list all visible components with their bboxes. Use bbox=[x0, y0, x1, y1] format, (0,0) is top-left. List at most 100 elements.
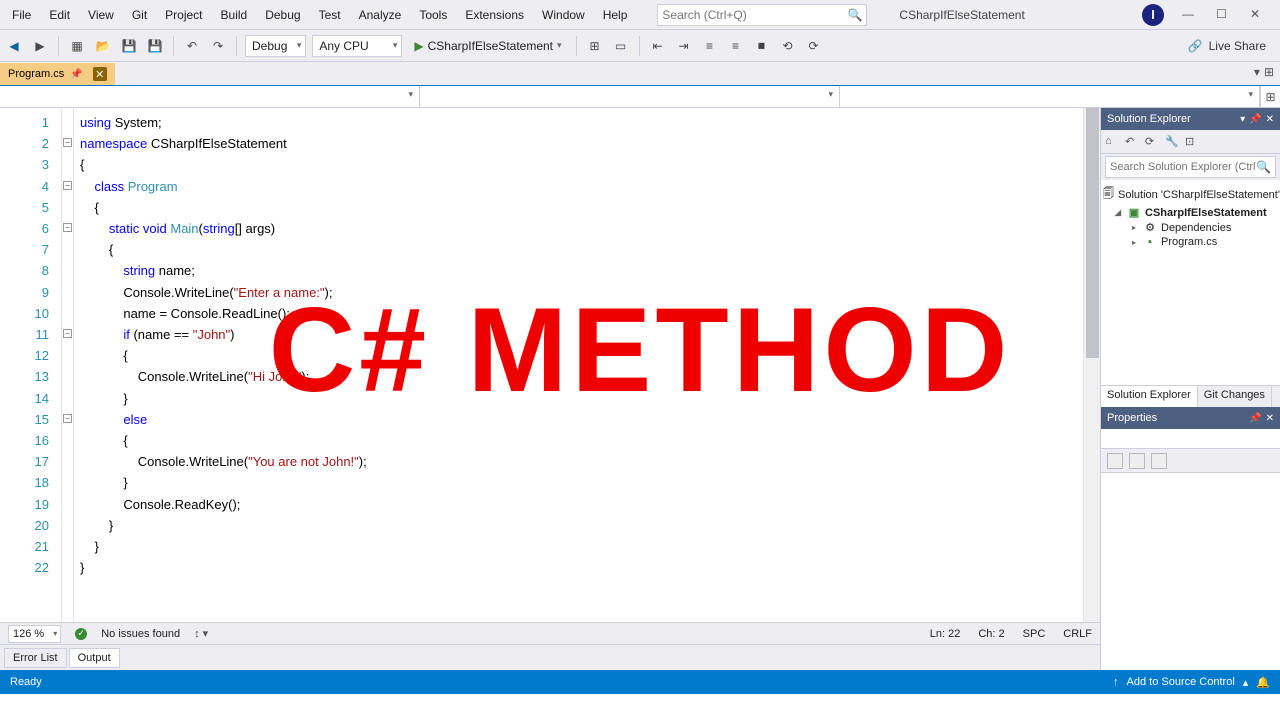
tab-git-changes[interactable]: Git Changes bbox=[1198, 386, 1272, 407]
solution-name-label: CSharpIfElseStatement bbox=[899, 8, 1024, 22]
close-tab-icon[interactable]: ✕ bbox=[93, 67, 107, 81]
menu-test[interactable]: Test bbox=[311, 4, 349, 26]
tool-icon-2[interactable]: ▭ bbox=[611, 36, 631, 56]
props-tool-icon[interactable] bbox=[1151, 453, 1167, 469]
menu-tools[interactable]: Tools bbox=[411, 4, 455, 26]
tool-icon-1[interactable]: ⊞ bbox=[585, 36, 605, 56]
search-input[interactable] bbox=[662, 8, 847, 22]
se-sync-icon[interactable]: ⟳ bbox=[1145, 135, 1159, 149]
panel-close-icon[interactable]: ✕ bbox=[1266, 114, 1274, 125]
fold-toggle[interactable]: − bbox=[63, 329, 72, 338]
outline-margin[interactable]: − − − − − bbox=[62, 108, 74, 622]
se-tool-icon-2[interactable]: ⊡ bbox=[1185, 135, 1199, 149]
uncomment-icon[interactable]: ≡ bbox=[726, 36, 746, 56]
tree-label: Program.cs bbox=[1161, 236, 1217, 248]
tool-icon-3[interactable]: ⟲ bbox=[778, 36, 798, 56]
fold-toggle[interactable]: − bbox=[63, 223, 72, 232]
zoom-combo[interactable]: 126 % bbox=[8, 625, 61, 643]
expand-arrow-icon[interactable]: ◢ bbox=[1113, 208, 1123, 217]
se-search-input[interactable] bbox=[1110, 161, 1256, 173]
se-home-icon[interactable]: ⌂ bbox=[1105, 135, 1119, 149]
menu-extensions[interactable]: Extensions bbox=[457, 4, 532, 26]
properties-grid[interactable] bbox=[1101, 473, 1280, 670]
menu-debug[interactable]: Debug bbox=[257, 4, 308, 26]
tree-deps-node[interactable]: ▸ ⚙ Dependencies bbox=[1103, 220, 1278, 235]
solution-tree[interactable]: 🗐 Solution 'CSharpIfElseStatement' ◢ ▣ C… bbox=[1101, 180, 1280, 385]
menu-window[interactable]: Window bbox=[534, 4, 593, 26]
indent-left-icon[interactable]: ⇤ bbox=[648, 36, 668, 56]
se-search[interactable]: 🔍 bbox=[1105, 156, 1276, 178]
bookmark-icon[interactable]: ◾ bbox=[752, 36, 772, 56]
fold-toggle[interactable]: − bbox=[63, 138, 72, 147]
scroll-thumb[interactable] bbox=[1086, 108, 1099, 358]
spc-label: SPC bbox=[1023, 628, 1046, 640]
menu-build[interactable]: Build bbox=[213, 4, 256, 26]
document-tab-program[interactable]: Program.cs 📌 ✕ bbox=[0, 63, 115, 85]
comment-icon[interactable]: ≡ bbox=[700, 36, 720, 56]
tree-solution-node[interactable]: 🗐 Solution 'CSharpIfElseStatement' bbox=[1103, 184, 1278, 205]
config-combo[interactable]: Debug bbox=[245, 35, 306, 57]
save-all-icon[interactable]: 💾 bbox=[145, 36, 165, 56]
close-window-button[interactable]: ✕ bbox=[1250, 7, 1266, 23]
undo-icon[interactable]: ↶ bbox=[182, 36, 202, 56]
minimize-button[interactable]: — bbox=[1182, 7, 1198, 23]
categorize-icon[interactable] bbox=[1107, 453, 1123, 469]
collapse-arrow-icon[interactable]: ▸ bbox=[1129, 238, 1139, 247]
indent-right-icon[interactable]: ⇥ bbox=[674, 36, 694, 56]
menu-file[interactable]: File bbox=[4, 4, 39, 26]
menu-help[interactable]: Help bbox=[595, 4, 636, 26]
tool-icon-4[interactable]: ⟳ bbox=[804, 36, 824, 56]
se-tool-icon[interactable]: 🔧 bbox=[1165, 135, 1179, 149]
se-tab-strip: Solution Explorer Git Changes bbox=[1101, 385, 1280, 407]
source-control-up-icon[interactable]: ↑ bbox=[1113, 676, 1119, 688]
split-editor-button[interactable]: ⊞ bbox=[1260, 86, 1280, 107]
quick-search[interactable]: 🔍 bbox=[657, 4, 867, 26]
panel-pin-icon[interactable]: 📌 bbox=[1249, 413, 1261, 424]
live-share-button[interactable]: 🔗 Live Share bbox=[1188, 39, 1276, 53]
tree-file-node[interactable]: ▸ ▪ Program.cs bbox=[1103, 235, 1278, 249]
tab-output[interactable]: Output bbox=[69, 648, 120, 668]
panel-pin-icon[interactable]: 📌 bbox=[1249, 114, 1261, 125]
tree-label: Dependencies bbox=[1161, 222, 1231, 234]
tab-solution-explorer[interactable]: Solution Explorer bbox=[1101, 386, 1198, 407]
fold-toggle[interactable]: − bbox=[63, 414, 72, 423]
menu-git[interactable]: Git bbox=[124, 4, 155, 26]
nav-back-icon[interactable]: ◀ bbox=[4, 36, 24, 56]
code-text[interactable]: using System;namespace CSharpIfElseState… bbox=[74, 108, 1083, 622]
maximize-button[interactable]: ☐ bbox=[1216, 7, 1232, 23]
code-editor[interactable]: 12345678910111213141516171819202122 −−−−… bbox=[0, 108, 1100, 622]
vertical-scrollbar[interactable] bbox=[1083, 108, 1100, 622]
platform-combo[interactable]: Any CPU bbox=[312, 35, 402, 57]
tab-preview-icon[interactable]: ⊞ bbox=[1264, 65, 1274, 79]
tab-dropdown-icon[interactable]: ▾ bbox=[1254, 65, 1260, 79]
props-combo[interactable] bbox=[1101, 429, 1280, 449]
redo-icon[interactable]: ↷ bbox=[208, 36, 228, 56]
nav-arrows-icon[interactable]: ↕ ▾ bbox=[194, 627, 208, 640]
menu-analyze[interactable]: Analyze bbox=[351, 4, 410, 26]
nav-class-combo[interactable] bbox=[420, 86, 840, 107]
alpha-sort-icon[interactable] bbox=[1129, 453, 1145, 469]
nav-member-combo[interactable] bbox=[840, 86, 1260, 107]
panel-close-icon[interactable]: ✕ bbox=[1266, 413, 1274, 424]
add-source-control-button[interactable]: Add to Source Control bbox=[1127, 676, 1235, 688]
notifications-icon[interactable]: 🔔 bbox=[1256, 676, 1270, 689]
menu-view[interactable]: View bbox=[80, 4, 122, 26]
fold-toggle[interactable]: − bbox=[63, 181, 72, 190]
tab-error-list[interactable]: Error List bbox=[4, 648, 67, 668]
new-project-icon[interactable]: ▦ bbox=[67, 36, 87, 56]
panel-menu-icon[interactable]: ▾ bbox=[1240, 114, 1245, 125]
pin-icon[interactable]: 📌 bbox=[70, 69, 82, 80]
nav-fwd-icon[interactable]: ▶ bbox=[30, 36, 50, 56]
user-avatar[interactable]: I bbox=[1142, 4, 1164, 26]
se-back-icon[interactable]: ↶ bbox=[1125, 135, 1139, 149]
status-ready: Ready bbox=[10, 676, 42, 688]
collapse-arrow-icon[interactable]: ▸ bbox=[1129, 223, 1139, 232]
chevron-up-icon[interactable]: ▴ bbox=[1243, 676, 1249, 689]
save-icon[interactable]: 💾 bbox=[119, 36, 139, 56]
start-debug-button[interactable]: ▶ CSharpIfElseStatement ▾ bbox=[408, 39, 567, 53]
menu-edit[interactable]: Edit bbox=[41, 4, 78, 26]
tree-project-node[interactable]: ◢ ▣ CSharpIfElseStatement bbox=[1103, 205, 1278, 220]
nav-project-combo[interactable] bbox=[0, 86, 420, 107]
open-file-icon[interactable]: 📂 bbox=[93, 36, 113, 56]
menu-project[interactable]: Project bbox=[157, 4, 210, 26]
